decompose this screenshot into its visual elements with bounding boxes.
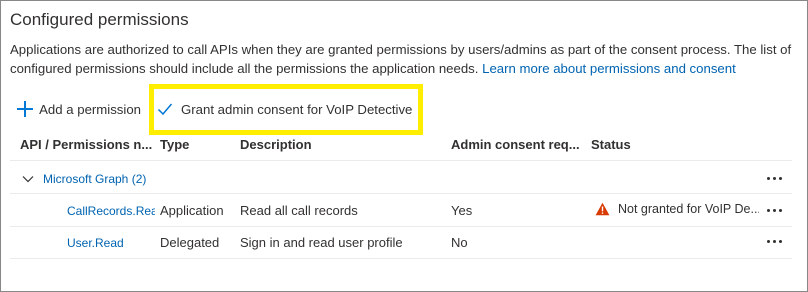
column-header-status[interactable]: Status: [591, 137, 631, 152]
add-permission-label: Add a permission: [39, 101, 141, 117]
column-header-type[interactable]: Type: [160, 137, 189, 152]
column-header-description[interactable]: Description: [240, 137, 312, 152]
permission-description: Sign in and read user profile: [240, 235, 403, 250]
grant-admin-consent-label: Grant admin consent for VoIP Detective: [181, 101, 413, 117]
learn-more-link[interactable]: Learn more about permissions and consent: [482, 61, 736, 76]
column-header-admin-consent[interactable]: Admin consent req...: [451, 137, 580, 152]
row-divider: [10, 193, 792, 194]
chevron-down-icon: [22, 176, 34, 183]
permission-type: Application: [160, 203, 224, 218]
column-header-api-permissions[interactable]: API / Permissions n...: [20, 137, 152, 152]
admin-consent-required: No: [451, 235, 468, 250]
permission-status: Not granted for VoIP De...: [595, 202, 759, 216]
admin-consent-required: Yes: [451, 203, 473, 218]
checkmark-icon: [157, 103, 173, 116]
permission-name-link[interactable]: CallRecords.Rea: [67, 204, 155, 218]
warning-icon: [595, 202, 610, 216]
row-more-actions-icon[interactable]: [765, 203, 785, 217]
permission-name-link[interactable]: User.Read: [67, 236, 124, 250]
permission-description: Read all call records: [240, 203, 358, 218]
group-more-actions-icon[interactable]: [765, 171, 785, 185]
plus-icon: [17, 101, 34, 117]
permission-type: Delegated: [160, 235, 220, 250]
group-toggle-microsoft-graph[interactable]: Microsoft Graph (2): [21, 172, 146, 186]
status-text: Not granted for VoIP De...: [618, 202, 759, 216]
row-more-actions-icon[interactable]: [765, 234, 785, 248]
header-divider: [10, 160, 792, 161]
group-label: Microsoft Graph (2): [43, 172, 147, 186]
grant-admin-consent-button[interactable]: Grant admin consent for VoIP Detective: [157, 97, 412, 121]
row-divider: [10, 226, 792, 227]
add-permission-button[interactable]: Add a permission: [17, 97, 141, 121]
section-title: Configured permissions: [10, 10, 189, 29]
section-description: Applications are authorized to call APIs…: [10, 40, 800, 78]
configured-permissions-panel: Configured permissions Applications are …: [0, 0, 808, 292]
row-divider: [10, 258, 792, 259]
